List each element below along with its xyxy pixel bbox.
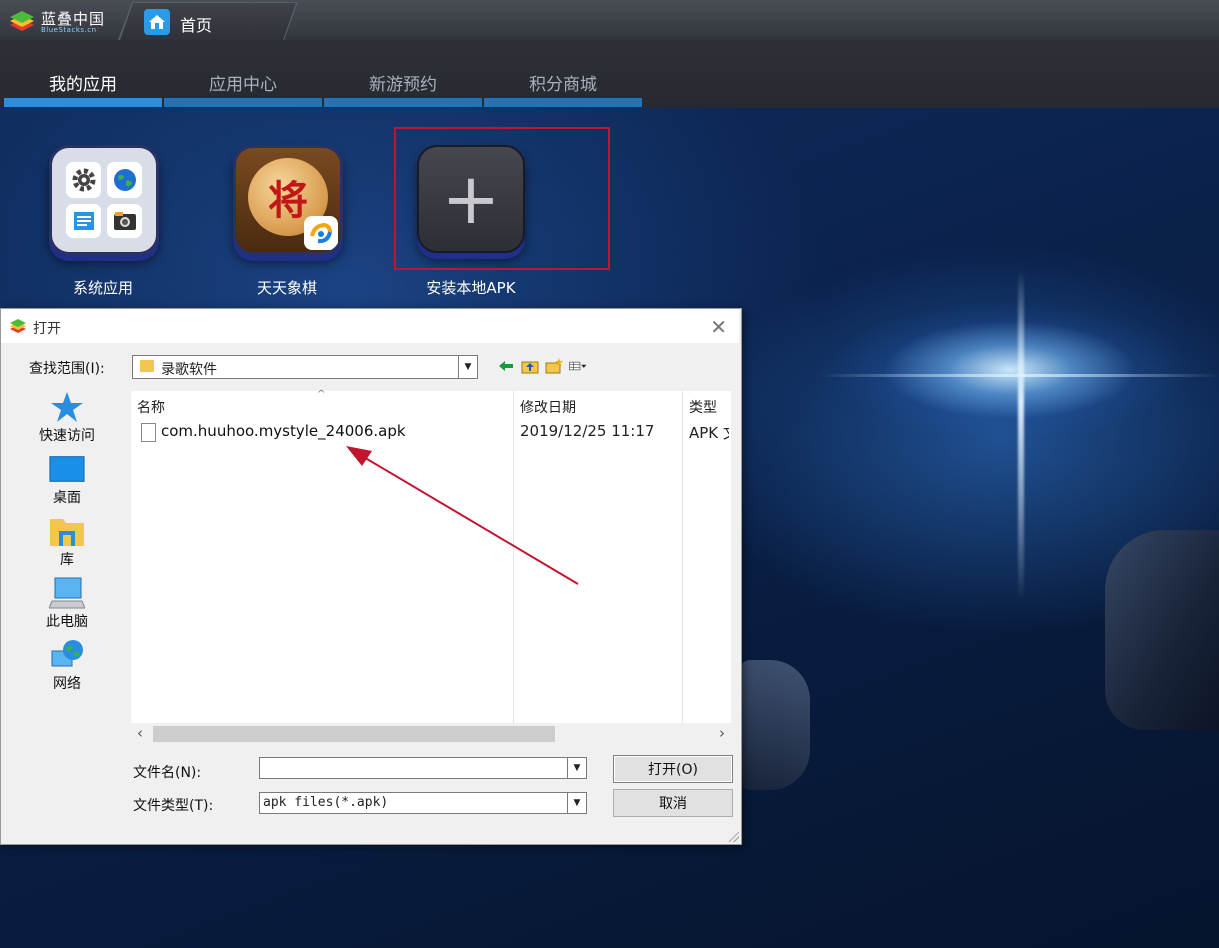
chevron-down-icon[interactable]: ▼ [567, 758, 586, 778]
tab-indicator-points-mall [484, 98, 642, 107]
tab-new-game-preorder[interactable]: 新游预约 [324, 70, 482, 95]
home-tab-body: 首页 [120, 3, 296, 40]
app-label-system-apps: 系统应用 [72, 279, 133, 297]
home-tab-label: 首页 [180, 16, 213, 35]
bluestacks-logo-icon [10, 11, 34, 31]
chinese-chess-icon: 将 [233, 145, 343, 255]
column-divider [513, 391, 514, 723]
light-beam-horizontal [820, 374, 1219, 377]
dialog-toolbar [497, 358, 587, 374]
place-label-library: 库 [60, 552, 74, 568]
filename-input[interactable]: ▼ [259, 757, 587, 779]
bluestacks-small-icon [10, 319, 26, 333]
scroll-right-icon[interactable]: › [719, 724, 725, 742]
place-quick-access[interactable]: 快速访问 [17, 391, 117, 445]
look-in-label: 查找范围(I): [29, 361, 105, 377]
home-icon [144, 9, 170, 35]
column-divider [682, 391, 683, 723]
filetype-value: apk files(*.apk) [263, 795, 389, 810]
tab-app-center[interactable]: 应用中心 [164, 70, 322, 95]
place-label-quick-access: 快速访问 [39, 428, 95, 444]
home-tab[interactable]: 首页 [118, 2, 298, 40]
globe-icon [107, 162, 142, 198]
spaceship-left [740, 660, 810, 790]
tab-indicator-my-apps [4, 98, 162, 107]
camera-icon [107, 204, 142, 238]
up-folder-icon[interactable] [521, 358, 539, 374]
app-tiantian-xiangqi[interactable]: 将 天天象棋 [233, 145, 343, 297]
close-icon[interactable]: ✕ [710, 315, 727, 339]
star-icon [49, 391, 85, 423]
place-label-network: 网络 [53, 676, 81, 692]
main-nav: 我的应用 应用中心 新游预约 积分商城 [0, 40, 1219, 108]
chevron-down-icon[interactable]: ▼ [458, 356, 477, 378]
desktop-icon [49, 453, 85, 485]
file-name: com.huuhoo.mystyle_24006.apk [161, 422, 406, 440]
title-bar: 蓝叠中国 BlueStacks.cn 首页 [0, 0, 1219, 41]
file-manager-icon [66, 204, 101, 238]
horizontal-scrollbar[interactable]: ‹ › [131, 723, 731, 745]
library-folder-icon [49, 515, 85, 547]
cancel-button[interactable]: 取消 [613, 789, 733, 817]
tab-indicator-new-game [324, 98, 482, 107]
open-file-dialog: 打开 ✕ 查找范围(I): 录歌软件 ▼ 快速访问 桌面 库 此电脑 网络 ^ … [0, 308, 742, 845]
place-label-desktop: 桌面 [53, 490, 81, 506]
file-icon [141, 423, 156, 442]
file-date: 2019/12/25 11:17 [520, 422, 655, 440]
app-system-apps[interactable]: 系统应用 [49, 145, 159, 297]
filetype-dropdown[interactable]: apk files(*.apk) ▼ [259, 792, 587, 814]
open-button[interactable]: 打开(O) [613, 755, 733, 783]
chevron-down-icon[interactable]: ▼ [567, 793, 586, 813]
folder-icon [140, 360, 154, 372]
system-apps-icon [49, 145, 159, 255]
network-icon [49, 639, 85, 671]
column-header-date[interactable]: 修改日期 [520, 397, 576, 417]
new-folder-icon[interactable] [545, 358, 563, 374]
annotation-highlight-box [394, 127, 610, 270]
look-in-value: 录歌软件 [161, 362, 217, 378]
settings-gear-icon [66, 162, 101, 198]
light-beam-vertical [1018, 270, 1024, 600]
tencent-games-badge-icon [304, 216, 338, 250]
resize-grip[interactable] [727, 830, 739, 842]
look-in-dropdown[interactable]: 录歌软件 ▼ [132, 355, 478, 379]
place-label-this-pc: 此电脑 [46, 614, 88, 630]
file-list[interactable]: ^ 名称 修改日期 类型 com.huuhoo.mystyle_24006.ap… [131, 389, 731, 723]
dialog-title: 打开 [33, 321, 61, 337]
bluestacks-logo[interactable]: 蓝叠中国 BlueStacks.cn [8, 6, 113, 34]
tab-points-mall[interactable]: 积分商城 [484, 70, 642, 95]
spaceship-right [1105, 530, 1219, 730]
system-apps-grid [66, 162, 142, 238]
column-header-type[interactable]: 类型 [689, 397, 717, 417]
filetype-label: 文件类型(T): [133, 798, 214, 814]
filename-label: 文件名(N): [133, 765, 202, 781]
brand-subtitle: BlueStacks.cn [41, 26, 97, 34]
place-desktop[interactable]: 桌面 [17, 453, 117, 507]
file-type: APK 文 [689, 424, 729, 442]
place-library[interactable]: 库 [17, 515, 117, 569]
scrollbar-thumb[interactable] [153, 726, 555, 742]
app-label-tiantian-xiangqi: 天天象棋 [256, 279, 317, 297]
computer-icon [49, 577, 85, 609]
chess-piece-glyph: 将 [268, 177, 308, 224]
dialog-title-bar: 打开 ✕ [1, 309, 739, 343]
app-label-install-local-apk: 安装本地APK [426, 279, 516, 297]
scroll-left-icon[interactable]: ‹ [137, 724, 143, 742]
sort-ascending-icon: ^ [317, 389, 326, 400]
view-menu-icon[interactable] [569, 358, 587, 374]
place-this-pc[interactable]: 此电脑 [17, 577, 117, 631]
tab-my-apps[interactable]: 我的应用 [4, 70, 162, 95]
back-arrow-icon[interactable] [497, 358, 515, 374]
tab-indicator-app-center [164, 98, 322, 107]
column-header-name[interactable]: 名称 [137, 397, 165, 417]
place-network[interactable]: 网络 [17, 639, 117, 693]
